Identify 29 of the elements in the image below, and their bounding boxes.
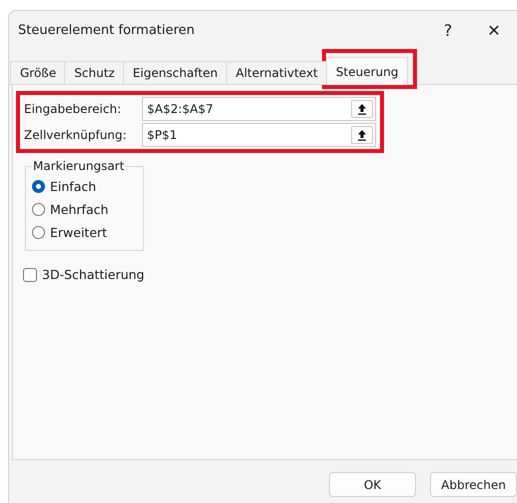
- collapse-button[interactable]: [351, 100, 373, 118]
- option-label: Mehrfach: [50, 202, 108, 217]
- close-button[interactable]: ✕: [471, 14, 517, 46]
- collapse-button[interactable]: [351, 126, 373, 144]
- checkbox[interactable]: [23, 268, 37, 282]
- radio-button[interactable]: [32, 203, 45, 216]
- tab[interactable]: Schutz: [64, 61, 125, 85]
- tab[interactable]: Größe: [10, 61, 66, 85]
- up-arrow-icon: [357, 103, 367, 115]
- option-label: Einfach: [50, 179, 96, 194]
- group-title: Markierungsart: [32, 159, 126, 173]
- tab[interactable]: Alternativtext: [226, 61, 328, 85]
- dialog-button[interactable]: Abbrechen: [430, 472, 517, 497]
- option-label: Erweitert: [50, 225, 108, 240]
- radio-button[interactable]: [32, 226, 45, 239]
- input-field[interactable]: $A$2:$A$7: [142, 97, 376, 121]
- field-label: Eingabebereich:: [24, 102, 122, 116]
- field-label: Zellverknüpfung:: [24, 128, 128, 142]
- field-value: $P$1: [147, 128, 178, 142]
- help-button[interactable]: ?: [425, 14, 471, 46]
- window-title: Steuerelement formatieren: [18, 22, 196, 38]
- dialog-button[interactable]: OK: [329, 472, 416, 497]
- radio-button[interactable]: [32, 180, 45, 193]
- tab[interactable]: Eigenschaften: [122, 61, 228, 85]
- input-field[interactable]: $P$1: [142, 123, 376, 147]
- up-arrow-icon: [357, 129, 367, 141]
- field-value: $A$2:$A$7: [147, 102, 214, 116]
- tab[interactable]: Steuerung: [326, 57, 408, 85]
- checkbox-label: 3D-Schattierung: [42, 267, 144, 282]
